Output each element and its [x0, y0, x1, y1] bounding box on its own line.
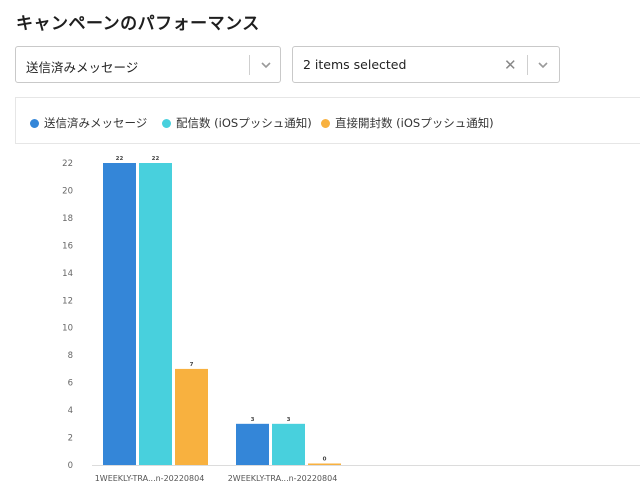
- legend-dot-icon: [30, 118, 39, 128]
- y-tick-label: 22: [62, 159, 73, 169]
- y-tick-label: 2: [68, 434, 73, 444]
- chart-legend: 送信済みメッセージ 配信数 (iOSプッシュ通知) 直接開封数 (iOSプッシュ…: [15, 97, 640, 144]
- bar: [103, 163, 136, 465]
- select-divider: [527, 55, 528, 75]
- campaign-select[interactable]: 2 items selected ✕: [292, 46, 560, 83]
- y-tick-label: 6: [68, 379, 73, 389]
- legend-item-direct-opens[interactable]: 直接開封数 (iOSプッシュ通知): [321, 115, 494, 131]
- chevron-down-icon[interactable]: [259, 58, 273, 72]
- x-category-label: 2WEEKLY-TRA...n-20220804: [228, 474, 338, 483]
- bar-value-label: 7: [190, 362, 194, 368]
- bar: [308, 463, 341, 465]
- legend-item-sent[interactable]: 送信済みメッセージ: [30, 115, 147, 131]
- page-title: キャンペーンのパフォーマンス: [16, 14, 260, 34]
- bar-value-label: 3: [287, 417, 291, 423]
- chevron-down-icon[interactable]: [536, 58, 550, 72]
- y-tick-label: 8: [68, 351, 73, 361]
- y-tick-label: 10: [62, 324, 73, 334]
- legend-label: 送信済みメッセージ: [44, 116, 148, 130]
- x-category-label: 1WEEKLY-TRA...n-20220804: [95, 474, 205, 483]
- bar: [139, 163, 172, 465]
- metric-select[interactable]: 送信済みメッセージ: [15, 46, 281, 83]
- y-tick-label: 18: [62, 214, 73, 224]
- y-tick-label: 0: [68, 461, 73, 471]
- bar-value-label: 22: [116, 156, 124, 162]
- bar-value-label: 3: [251, 417, 255, 423]
- legend-label: 配信数 (iOSプッシュ通知): [176, 116, 312, 130]
- bar-chart: 0 2 4 6 8 10 12 14 16 18 20 22 22 22 7 1WEEKLY-TRA...n-…: [62, 156, 640, 483]
- y-tick-label: 16: [62, 241, 73, 251]
- legend-label: 直接開封数 (iOSプッシュ通知): [335, 116, 494, 130]
- y-tick-label: 12: [62, 296, 73, 306]
- legend-dot-icon: [321, 118, 330, 128]
- y-tick-label: 20: [62, 186, 73, 196]
- y-tick-label: 14: [62, 269, 73, 279]
- y-tick-label: 4: [68, 406, 73, 416]
- clear-icon[interactable]: ✕: [504, 56, 517, 74]
- select-divider: [249, 55, 250, 75]
- bar: [175, 368, 208, 465]
- legend-item-delivered[interactable]: 配信数 (iOSプッシュ通知): [162, 115, 312, 131]
- campaign-select-value: 2 items selected: [303, 57, 407, 72]
- metric-select-value: 送信済みメッセージ: [26, 60, 139, 75]
- bar: [272, 423, 305, 465]
- bar-value-label: 22: [152, 156, 160, 162]
- bar-value-label: 0: [323, 457, 327, 463]
- bar: [236, 423, 269, 465]
- legend-dot-icon: [162, 118, 171, 128]
